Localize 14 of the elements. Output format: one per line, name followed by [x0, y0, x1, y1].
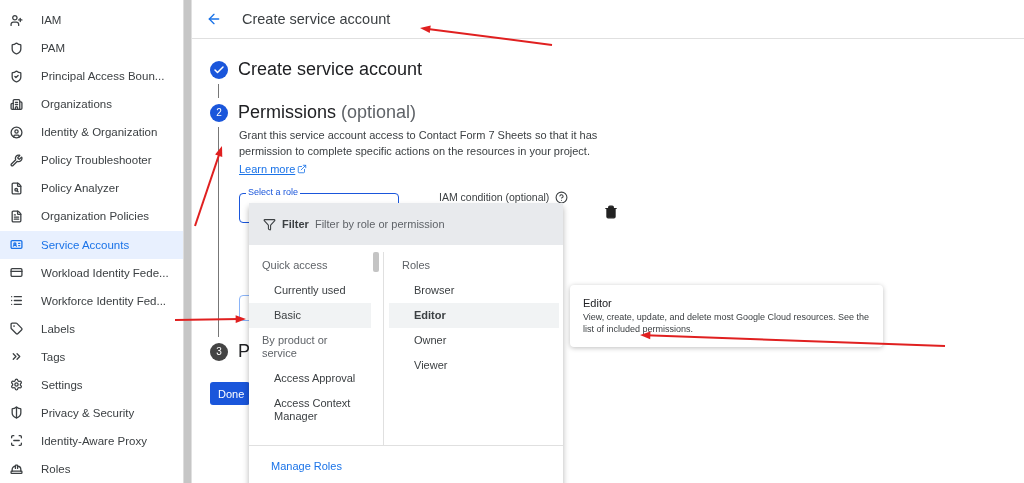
- menu-heading: By product or service: [261, 333, 329, 361]
- menu-heading: Quick access: [261, 258, 329, 273]
- step-title: Permissions (optional): [238, 102, 417, 123]
- menu-heading: Roles: [401, 258, 432, 273]
- step-title: Create service account: [238, 59, 423, 80]
- filter-label: Filter: [282, 218, 309, 230]
- tooltip-title: Editor: [583, 297, 613, 309]
- condition-label: IAM condition (optional): [439, 191, 550, 203]
- page-title: Create service account: [242, 11, 391, 27]
- step-title: P: [238, 341, 250, 362]
- step-description: Grant this service account access to Contact Form 7 Sheets so that it has permission to complete specific actions on the resources in your project.: [239, 128, 599, 159]
- step-number: 3: [210, 342, 228, 361]
- tooltip-description: View, create, update, and delete most Google Cloud resources. See the list of included permissions.: [583, 311, 870, 335]
- step-number: 2: [210, 103, 228, 122]
